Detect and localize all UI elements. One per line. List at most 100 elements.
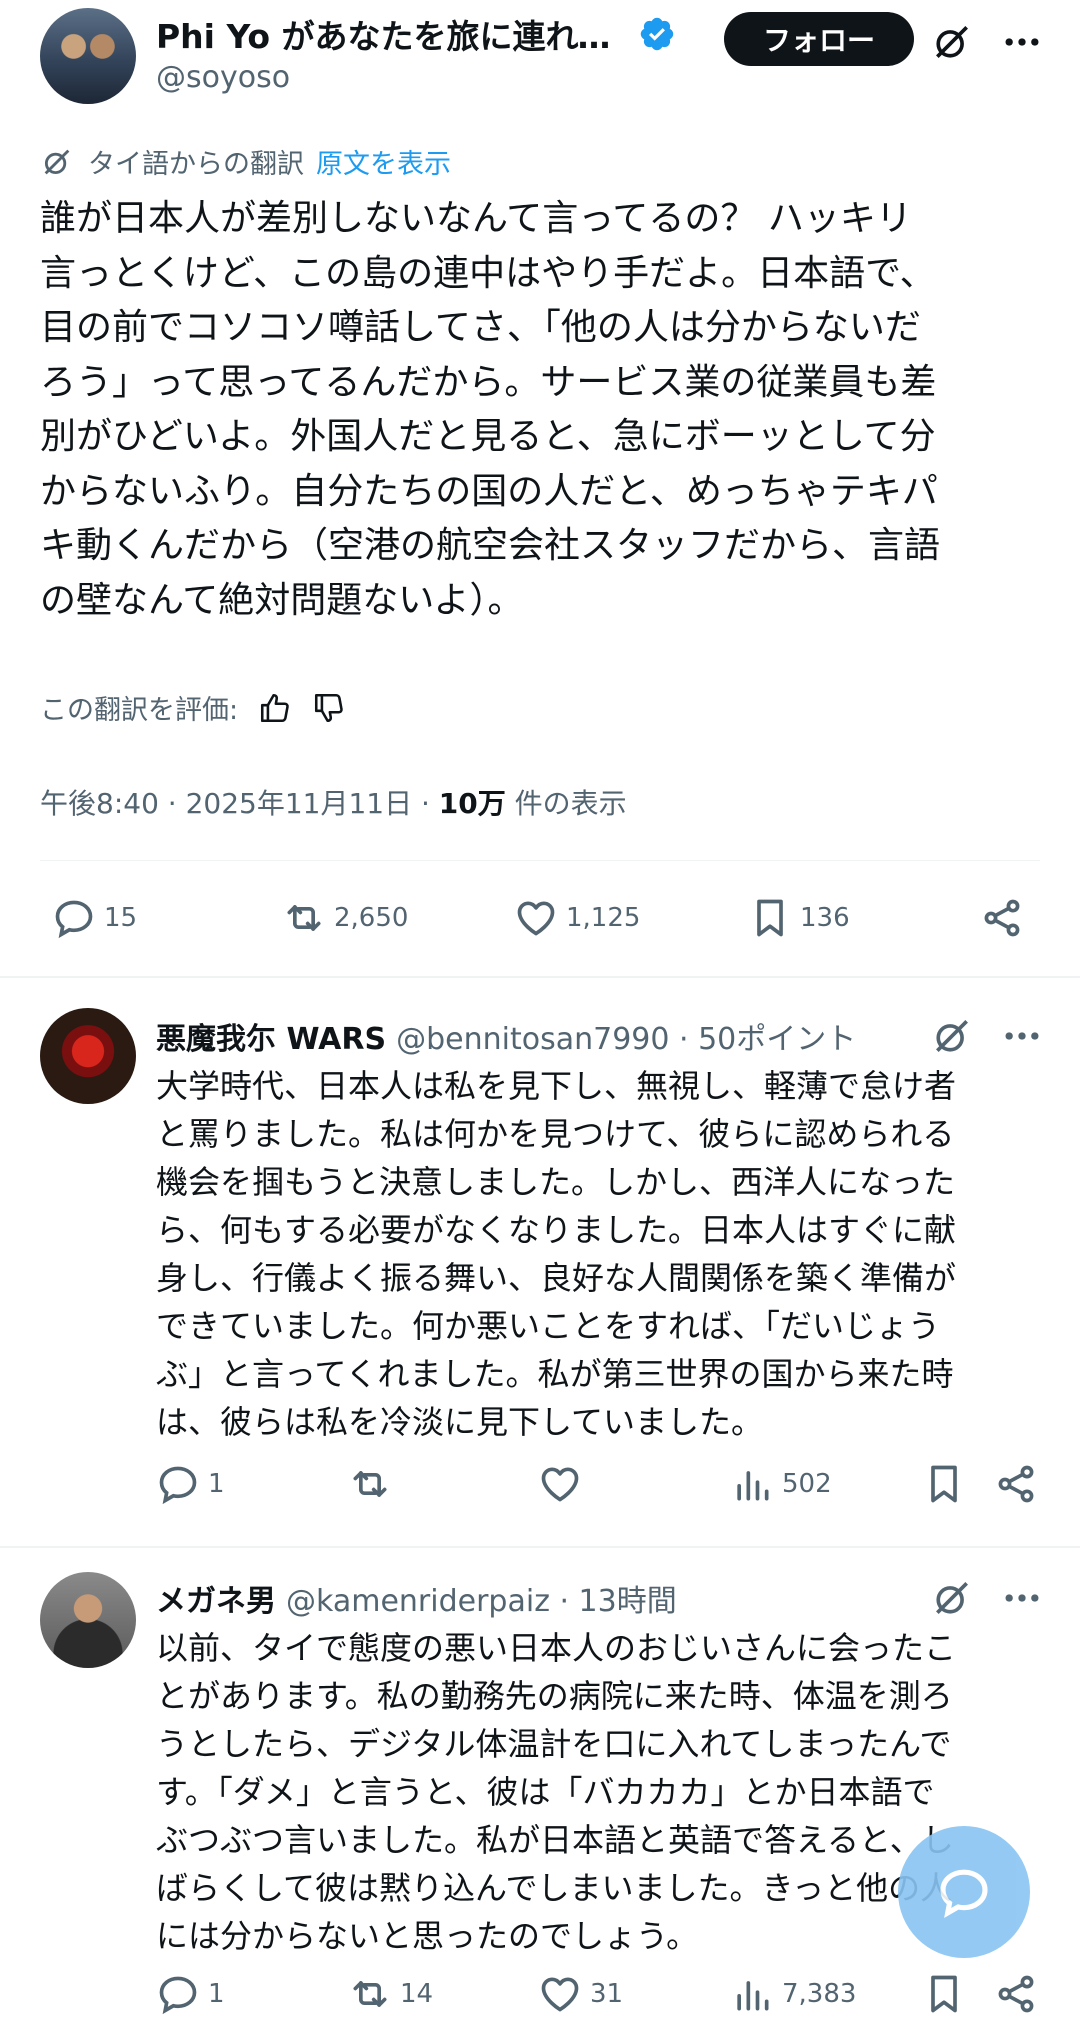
reply-button[interactable]: 1 [156,1972,225,2016]
repost-icon [353,1981,387,2007]
post-text-line: キ動くんだから（空港の航空会社スタッフだから、言語 [40,525,941,566]
reply-text-line: す。「ダメ」と言うと、彼は「バカカカ」とか日本語で [156,1773,935,1811]
reply-text-line: 以前、タイで態度の悪い日本人のおじいさんに会ったこ [156,1629,957,1667]
floating-chat-button[interactable] [898,1826,1030,1958]
bookmark-button[interactable] [922,1462,966,1506]
repost-button[interactable]: 14 [348,1972,433,2016]
grok-icon[interactable] [930,20,974,64]
reply-count: 1 [208,1979,225,2009]
reply-text-line: うとしたら、デジタル体温計を口に入れてしまったんで [156,1725,952,1763]
reply-item[interactable]: 悪魔我尓 WARS @bennitosan7990 · 50ポイント 大学時代、… [0,996,1080,1536]
translation-note: タイ語からの翻訳 原文を表示 [40,142,451,181]
post-text-line: の壁なんて絶対問題ないよ）。 [40,579,524,621]
more-options-icon[interactable] [1000,20,1044,64]
bookmark-button[interactable] [922,1972,966,2016]
reply-text-line: 身し、行儀よく振る舞い、良好な人間関係を築く準備が [156,1259,957,1297]
avatar[interactable] [40,8,136,104]
author-display-name[interactable]: Phi Yo があなたを旅に連れて… [156,10,628,58]
translation-source-label: タイ語からの翻訳 [88,149,304,180]
repost-icon [353,1471,387,1497]
reply-author-handle[interactable]: @kamenriderpaiz · 13時間 [286,1576,677,1620]
avatar[interactable] [40,1572,136,1668]
analytics-icon [737,1981,769,2011]
heart-icon [541,1467,579,1502]
avatar[interactable] [40,1008,136,1104]
grok-icon[interactable] [930,1014,974,1058]
reply-author-row: 悪魔我尓 WARS @bennitosan7990 · 50ポイント [156,1014,856,1058]
rate-translation-label: この翻訳を評価: [40,695,239,726]
bookmark-icon [757,899,783,937]
bookmark-button[interactable]: 136 [748,896,850,940]
section-divider [0,976,1080,978]
author-name-row: Phi Yo があなたを旅に連れて… [156,10,676,58]
repost-icon [287,905,321,931]
like-button[interactable]: 1,125 [514,896,640,940]
repost-count: 14 [400,1979,434,2009]
heart-icon [517,901,555,936]
views-button[interactable]: 7,383 [730,1972,856,2016]
reply-text-line: と罵りました。私は何かを見つけて、彼らに認められる [156,1115,955,1153]
post-text-line: からないふり。自分たちの国の人だと、めっちゃテキパ [40,470,938,512]
views-button[interactable]: 502 [730,1462,832,1506]
reply-text-line: 大学時代、日本人は私を見下し、無視し、軽薄で怠け者 [156,1067,957,1105]
rate-translation-row: この翻訳を評価: [40,688,346,727]
reply-count: 1 [208,1469,225,1499]
post-timestamp[interactable]: 午後8:40 · 2025年11月11日 · [40,787,439,820]
more-options-icon[interactable] [1000,1014,1044,1058]
reply-action-bar: 1 502 [0,1462,1080,1522]
analytics-icon [737,1471,769,1501]
chat-bubble-icon [940,1869,988,1919]
reply-text-line: は、彼らは私を冷淡に見下していました。 [156,1403,764,1441]
reply-button[interactable]: 15 [52,896,137,940]
reply-button[interactable]: 1 [156,1462,225,1506]
reply-author-name[interactable]: メガネ男 [156,1576,276,1620]
reply-item[interactable]: メガネ男 @kamenriderpaiz · 13時間 以前、タイで態度の悪い日… [0,1560,1080,2034]
section-divider [0,1546,1080,1548]
bookmark-count: 136 [800,903,850,933]
reply-author-handle[interactable]: @bennitosan7990 · 50ポイント [396,1014,856,1058]
share-button[interactable] [994,1462,1038,1506]
bookmark-icon [931,1465,957,1503]
grok-translate-icon [44,149,70,174]
more-options-icon[interactable] [1000,1576,1044,1620]
share-icon [998,1465,1034,1503]
post-text-line: 言っとくけど、この島の連中はやり手だよ。日本語で、 [40,252,936,294]
reply-icon [55,900,93,939]
grok-icon[interactable] [930,1576,974,1620]
post-text-line: 別がひどいよ。外国人だと見ると、急にボーッとして分 [40,416,936,457]
follow-button[interactable]: フォロー [724,12,914,66]
views-count: 7,383 [782,1979,857,2009]
post-text-line: 目の前でコソコソ噂話してさ、「他の人は分からないだ [40,307,921,348]
repost-button[interactable]: 2,650 [282,896,408,940]
share-button[interactable] [994,1972,1038,2016]
like-count: 31 [590,1979,624,2009]
reply-icon [159,1466,197,1505]
reply-text-line: とがあります。私の勤務先の病院に来た時、体温を測ろ [156,1677,953,1715]
post-text-line: 誰が日本人が差別しないなんて言ってるの？ ハッキリ [40,198,912,239]
author-handle[interactable]: @soyoso [156,60,290,95]
reply-author-row: メガネ男 @kamenriderpaiz · 13時間 [156,1576,677,1620]
share-button[interactable] [980,896,1024,940]
like-button[interactable]: 31 [538,1972,623,2016]
post-text: 誰が日本人が差別しないなんて言ってるの？ ハッキリ 言っとくけど、この島の連中は… [40,192,1050,628]
repost-button[interactable] [348,1462,400,1506]
views-count: 10万 [438,787,506,820]
like-button[interactable] [538,1462,590,1506]
verified-badge-icon [640,17,674,51]
divider [40,860,1040,861]
views-count: 502 [782,1469,832,1499]
share-icon [998,1975,1034,2013]
post-timestamp-views: 午後8:40 · 2025年11月11日 · 10万 件の表示 [40,782,627,822]
reply-action-bar: 1 14 31 7,383 [0,1972,1080,2032]
show-original-link[interactable]: 原文を表示 [316,142,451,181]
heart-icon [541,1977,579,2012]
thumbs-down-icon[interactable] [312,691,346,725]
reply-text-line: ぶ」と言ってくれました。私が第三世界の国から来た時 [156,1355,954,1393]
repost-count: 2,650 [334,903,409,933]
reply-icon [159,1976,197,2015]
post-header: Phi Yo があなたを旅に連れて… @soyoso フォロー [0,0,1080,120]
bookmark-icon [931,1975,957,2013]
reply-author-name[interactable]: 悪魔我尓 WARS [156,1014,386,1058]
thumbs-up-icon[interactable] [258,691,292,725]
post-action-bar: 15 2,650 1,125 136 [0,896,1080,956]
